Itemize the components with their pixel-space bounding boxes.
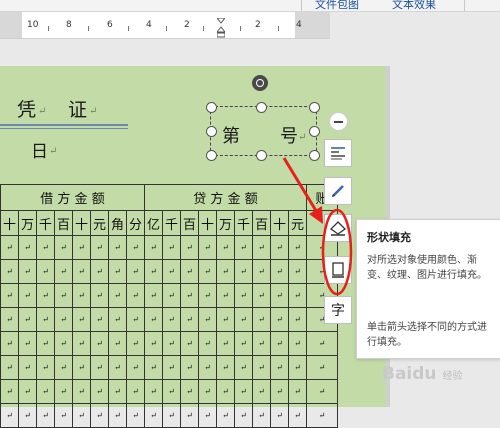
shape-fill-tooltip: 形状填充 对所选对象使用颜色、渐变、纹理、图片进行填充。 单击箭头选择不同的方式… [356,219,500,359]
annotation-circle [321,208,353,296]
tooltip-title: 形状填充 [367,231,411,244]
watermark-sub: 经验 [442,371,463,382]
table-cell[interactable]: ↵ [144,403,163,428]
table-cell[interactable]: ↵ [252,403,271,428]
table-row[interactable]: ↵ ↵ ↵ ↵ ↵ ↵ ↵ ↵ ↵ ↵ ↵ ↵ ↵ ↵ ↵ ↵ ↵ ↵ [0,403,338,428]
table-cell[interactable]: ↵ [216,403,235,428]
table-cell[interactable]: ↵ [180,403,199,428]
table-cell[interactable]: ↵ [234,403,253,428]
table-cell[interactable]: ↵ [270,403,289,428]
tooltip-body: 对所选对象使用颜色、渐变、纹理、图片进行填充。 [367,255,487,281]
table-cell[interactable]: ↵ [90,403,109,428]
table-cell[interactable]: ↵ [72,403,91,428]
table-cell[interactable]: ↵ [18,403,37,428]
watermark-text: Baidu [382,364,437,384]
table-cell[interactable]: ↵ [306,403,338,428]
tooltip-hint: 单击箭头选择不同的方式进行填充。 [367,322,487,348]
table-cell[interactable]: ↵ [108,403,127,428]
annotation-arrow [282,157,320,215]
table-cell[interactable]: ↵ [198,403,217,428]
table-cell[interactable]: ↵ [0,403,19,428]
baidu-watermark: Baidu 经验 [382,364,462,384]
table-cell[interactable]: ↵ [162,403,181,428]
table-cell[interactable]: ↵ [54,403,73,428]
table-cell[interactable]: ↵ [36,403,55,428]
table-cell[interactable]: ↵ [126,403,145,428]
table-cell[interactable]: ↵ [288,403,307,428]
